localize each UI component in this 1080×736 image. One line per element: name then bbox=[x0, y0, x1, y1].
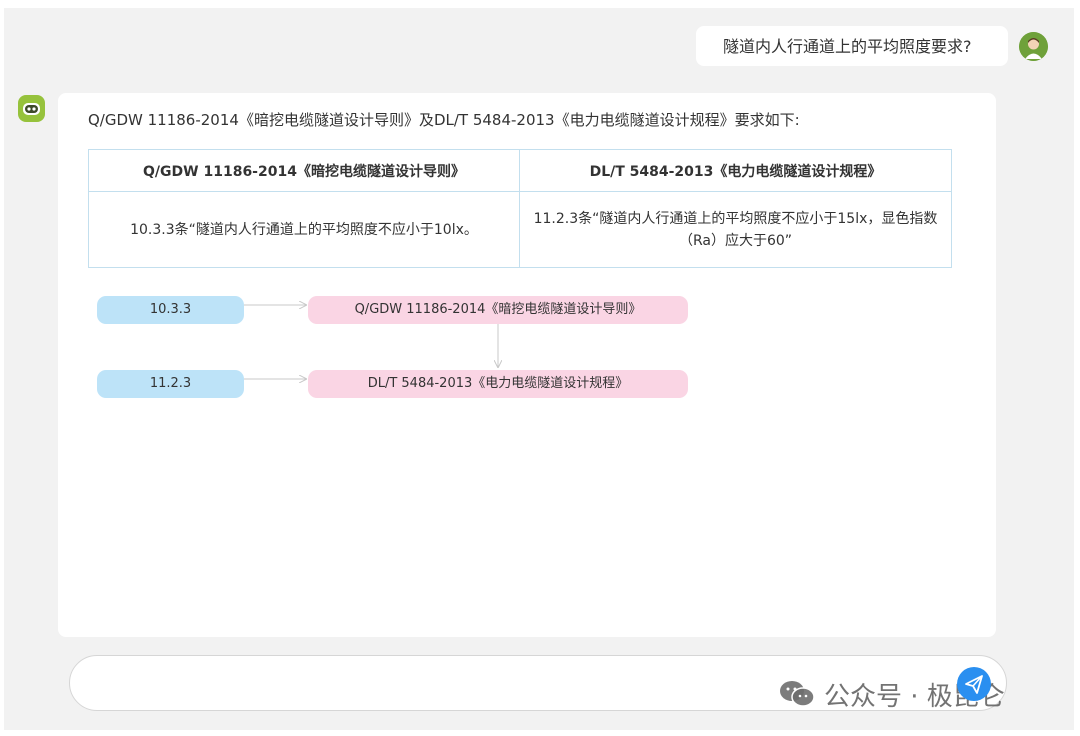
bot-response-panel: Q/GDW 11186-2014《暗挖电缆隧道设计导则》及DL/T 5484-2… bbox=[58, 93, 996, 637]
user-message-bubble: 隧道内人行通道上的平均照度要求? bbox=[696, 26, 1008, 66]
table-row: 10.3.3条“隧道内人行通道上的平均照度不应小于10lx。 11.2.3条“隧… bbox=[88, 191, 952, 268]
table-cell: 10.3.3条“隧道内人行通道上的平均照度不应小于10lx。 bbox=[88, 191, 520, 268]
table-header-cell: Q/GDW 11186-2014《暗挖电缆隧道设计导则》 bbox=[88, 149, 520, 192]
send-button[interactable] bbox=[957, 667, 991, 701]
table-header-cell: DL/T 5484-2013《电力电缆隧道设计规程》 bbox=[519, 149, 952, 192]
paper-plane-icon bbox=[965, 675, 983, 694]
user-avatar-icon[interactable] bbox=[1019, 32, 1048, 61]
standard-node-1: Q/GDW 11186-2014《暗挖电缆隧道设计导则》 bbox=[308, 296, 688, 324]
clause-node-2: 11.2.3 bbox=[97, 370, 244, 398]
user-message-text: 隧道内人行通道上的平均照度要求? bbox=[723, 37, 972, 56]
robot-icon bbox=[18, 95, 45, 122]
wechat-icon bbox=[780, 681, 815, 707]
bot-intro-text: Q/GDW 11186-2014《暗挖电缆隧道设计导则》及DL/T 5484-2… bbox=[88, 111, 800, 129]
standards-comparison-table: Q/GDW 11186-2014《暗挖电缆隧道设计导则》 DL/T 5484-2… bbox=[88, 149, 952, 268]
table-cell: 11.2.3条“隧道内人行通道上的平均照度不应小于15lx，显色指数（Ra）应大… bbox=[519, 191, 952, 268]
standard-node-2: DL/T 5484-2013《电力电缆隧道设计规程》 bbox=[308, 370, 688, 398]
table-header-row: Q/GDW 11186-2014《暗挖电缆隧道设计导则》 DL/T 5484-2… bbox=[88, 149, 952, 192]
clause-node-1: 10.3.3 bbox=[97, 296, 244, 324]
